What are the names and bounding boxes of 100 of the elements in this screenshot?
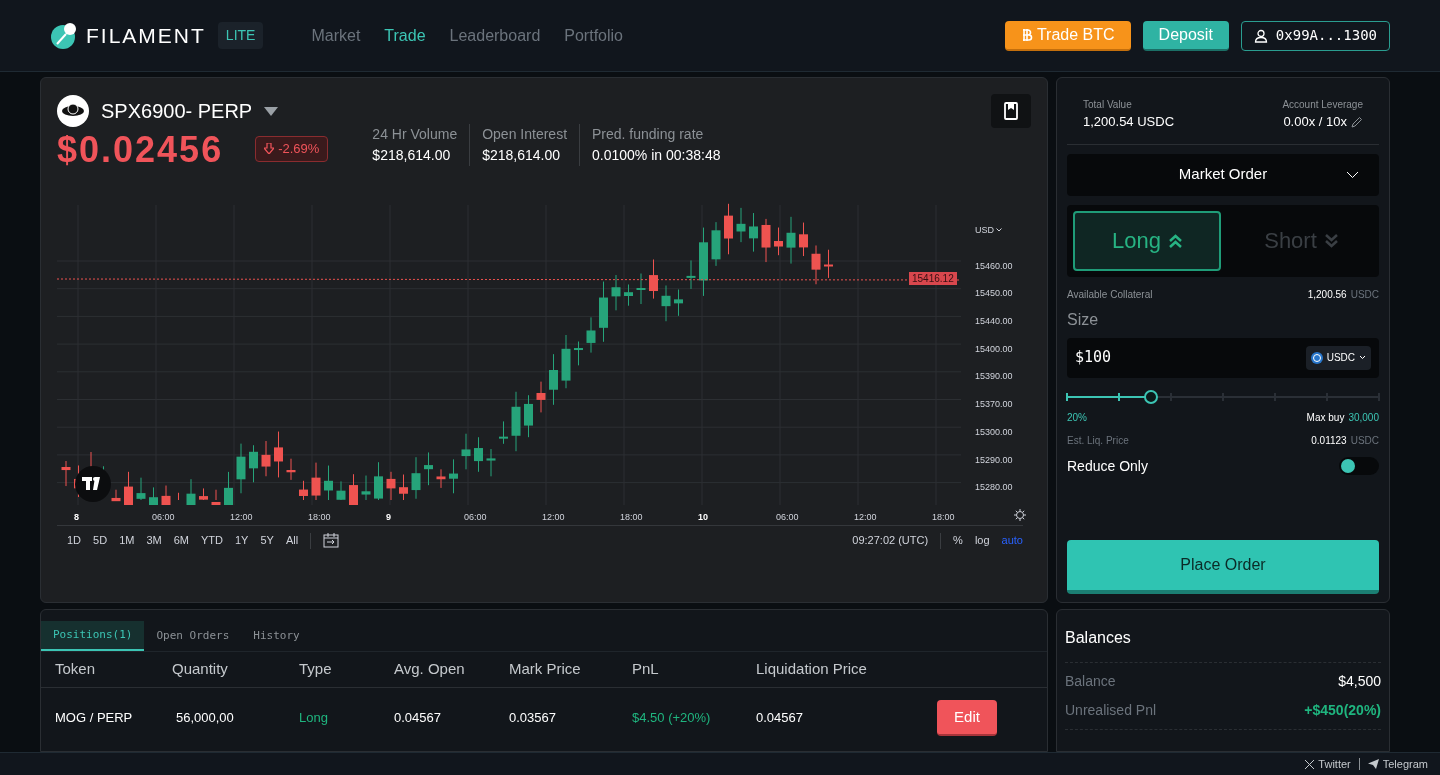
place-order-button[interactable]: Place Order — [1067, 540, 1379, 594]
currency-selector[interactable]: USD — [975, 224, 994, 238]
coin-icon — [1310, 351, 1323, 364]
candle — [186, 478, 196, 505]
candle — [361, 475, 371, 501]
range-button[interactable]: 1Y — [234, 532, 249, 549]
candle — [274, 431, 283, 478]
candle — [249, 444, 258, 483]
slider-thumb[interactable] — [1144, 389, 1159, 404]
token-logo-icon — [57, 95, 89, 127]
candle — [386, 471, 396, 501]
positions-tab[interactable]: Open Orders — [144, 621, 242, 651]
nav-link[interactable]: Leaderboard — [449, 23, 541, 48]
time-axis-label: 18:00 — [620, 512, 643, 522]
stat-label: Open Interest — [482, 125, 567, 144]
order-type-dropdown[interactable]: Market Order — [1067, 153, 1379, 196]
candle — [449, 458, 458, 494]
candle — [486, 448, 496, 477]
candle — [661, 285, 671, 322]
candle — [149, 486, 158, 505]
candle — [774, 227, 783, 256]
user-icon — [1253, 28, 1268, 43]
scale-toggle[interactable]: % — [953, 532, 963, 549]
nav-link[interactable]: Portfolio — [564, 23, 623, 48]
candle — [161, 485, 171, 505]
scale-toggle[interactable]: log — [974, 532, 990, 549]
range-button[interactable]: 1D — [67, 532, 82, 549]
liq-price-value: 0.01123 — [1311, 433, 1347, 448]
chevron-down-icon[interactable] — [996, 228, 1002, 232]
time-axis-label: 06:00 — [152, 512, 175, 522]
lite-badge: LITE — [217, 22, 264, 49]
table-cell-text: Long — [299, 709, 329, 728]
footer-link[interactable]: Telegram — [1367, 755, 1428, 773]
time-axis-label: 10 — [698, 512, 708, 522]
caret-icon[interactable] — [264, 106, 279, 116]
balances-title: Balances — [1065, 628, 1132, 648]
candle — [624, 284, 633, 307]
footer-link[interactable]: Twitter — [1305, 755, 1351, 773]
nav-link[interactable]: Market — [311, 23, 361, 48]
range-button[interactable]: 5D — [93, 532, 108, 549]
table-cell-text: 0.04567 — [756, 709, 804, 728]
tradingview-logo-icon — [75, 466, 111, 502]
price-axis-label: 15440.00 — [975, 316, 1013, 327]
stat-label: Pred. funding rate — [592, 125, 705, 144]
price-axis-label: 15460.00 — [975, 260, 1013, 271]
candle — [636, 273, 646, 305]
candle — [349, 473, 358, 505]
compare-icon[interactable] — [323, 533, 340, 548]
column-header: Token — [55, 659, 97, 680]
candle — [674, 289, 683, 317]
slider-tick — [1118, 392, 1120, 401]
time-axis-label: 8 — [74, 512, 79, 522]
nav-link[interactable]: Trade — [384, 23, 426, 48]
positions-tab[interactable]: History — [241, 621, 312, 651]
collateral-value: 1,200.56 — [1307, 287, 1347, 302]
column-header: Quantity — [172, 659, 229, 680]
max-buy-value: 30,000 — [1348, 410, 1379, 425]
slider-percent: 20% — [1067, 410, 1087, 425]
candle — [124, 471, 133, 505]
candle — [611, 274, 621, 311]
collateral-unit: USDC — [1350, 287, 1379, 302]
range-button[interactable]: YTD — [200, 532, 223, 549]
range-button[interactable]: All — [285, 532, 299, 549]
side-tab[interactable]: Long — [1073, 210, 1221, 271]
range-button[interactable]: 1M — [119, 532, 135, 549]
price-axis-label: 15400.00 — [975, 343, 1013, 354]
candle — [749, 212, 758, 253]
token-selector[interactable]: USDC — [1305, 345, 1371, 370]
range-button[interactable]: 3M — [146, 532, 162, 549]
candle — [824, 249, 833, 279]
candle — [649, 259, 658, 300]
candle — [324, 465, 333, 501]
positions-tab[interactable]: Positions(1) — [41, 621, 145, 651]
time-axis-label: 06:00 — [776, 512, 799, 522]
price-axis-label: 15300.00 — [975, 426, 1013, 437]
reduce-only-switch[interactable] — [1339, 457, 1379, 475]
size-input-field[interactable]: $100 USDC — [1067, 337, 1379, 378]
candle — [286, 458, 296, 481]
column-header: PnL — [632, 659, 660, 680]
price-change-badge: -2.69% — [255, 136, 329, 162]
time-axis-label: 12:00 — [854, 512, 877, 522]
double-chevron-down-icon — [1324, 233, 1338, 248]
size-label: Size — [1067, 309, 1100, 330]
balance-label: Unrealised Pnl — [1065, 701, 1157, 720]
settings-icon[interactable] — [1014, 509, 1026, 521]
pencil-icon[interactable] — [1351, 115, 1363, 128]
reduce-only-label: Reduce Only — [1067, 456, 1148, 476]
candle — [299, 480, 308, 501]
candle — [399, 474, 408, 501]
range-button[interactable]: 5Y — [260, 532, 274, 549]
candle — [736, 207, 746, 243]
balance-value: +$450(20%) — [1304, 701, 1381, 720]
candle — [586, 316, 596, 354]
candle — [436, 468, 446, 489]
range-button[interactable]: 6M — [173, 532, 189, 549]
time-axis-label: 9 — [386, 512, 391, 522]
price-axis-label: 15370.00 — [975, 399, 1013, 410]
wallet-button[interactable]: 0x99A...1300 — [1240, 20, 1390, 51]
bookmark-icon — [1004, 102, 1018, 120]
bookmark-button[interactable] — [991, 94, 1031, 128]
